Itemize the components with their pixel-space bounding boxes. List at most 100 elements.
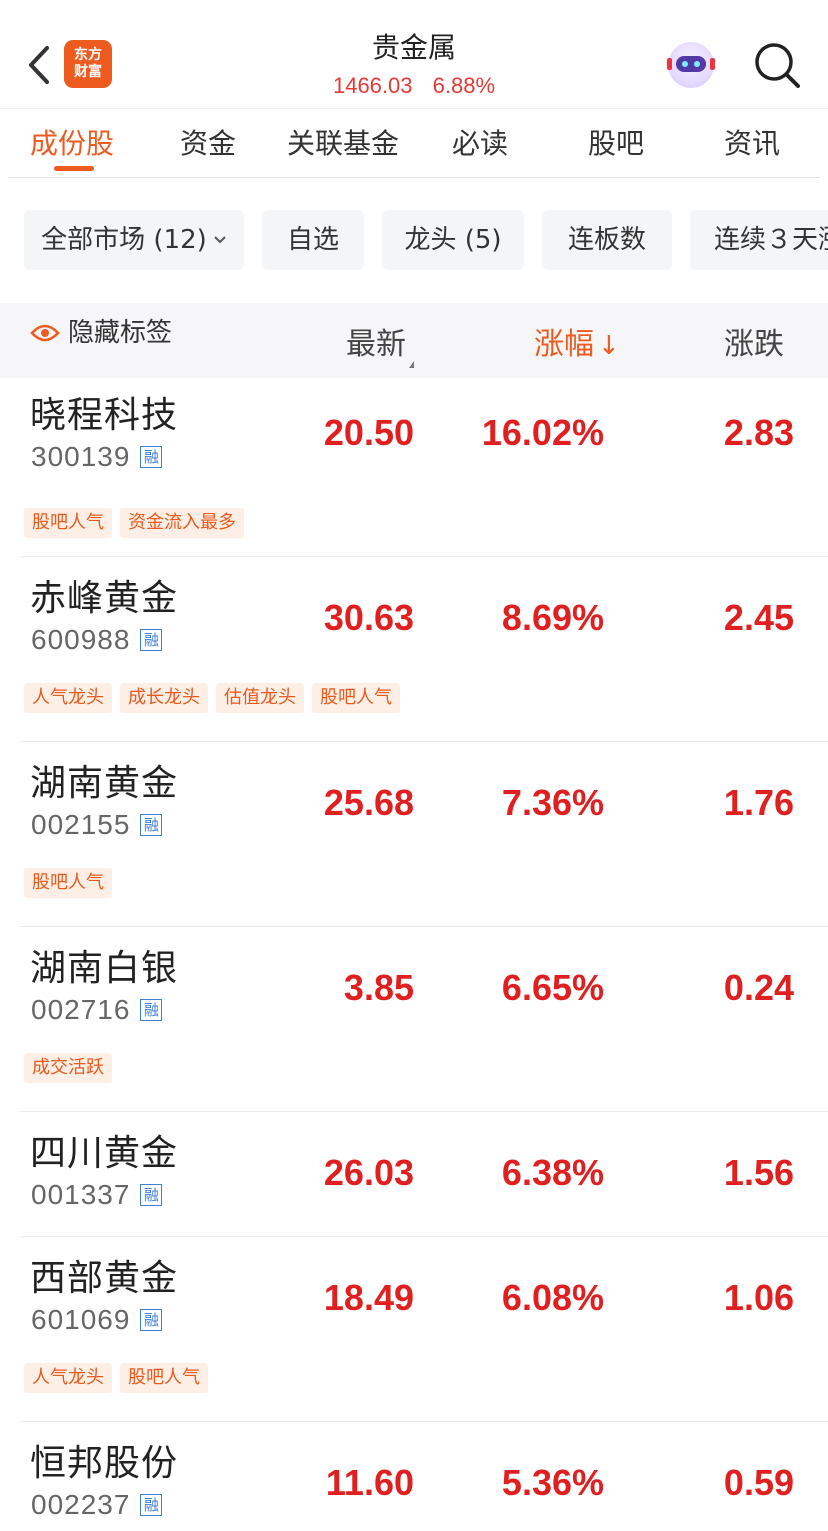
tag[interactable]: 股吧人气 bbox=[24, 868, 112, 898]
change-amount: 1.06 bbox=[723, 1277, 794, 1318]
stock-code-line: 002237 融 bbox=[31, 1488, 163, 1522]
tab-forum[interactable]: 股吧 bbox=[588, 124, 644, 164]
column-change[interactable]: 涨跌 bbox=[724, 325, 784, 365]
header-title-block: 贵金属 1466.03 6.88% bbox=[250, 28, 578, 100]
column-latest[interactable]: 最新 bbox=[346, 325, 414, 368]
table-row[interactable]: 湖南白银 002716 融 3.85 6.65% 0.24 成交活跃 bbox=[0, 927, 828, 1112]
latest-price: 11.60 bbox=[325, 1462, 414, 1503]
tag[interactable]: 资金流入最多 bbox=[120, 508, 244, 538]
tag[interactable]: 股吧人气 bbox=[120, 1363, 208, 1393]
tab-must-read[interactable]: 必读 bbox=[452, 124, 508, 164]
stock-code: 601069 bbox=[31, 1304, 131, 1335]
tab-related-funds[interactable]: 关联基金 bbox=[287, 124, 399, 164]
index-quote: 1466.03 6.88% bbox=[250, 72, 578, 100]
latest-price: 3.85 bbox=[343, 967, 414, 1008]
tag-list: 股吧人气 资金流入最多 bbox=[24, 508, 244, 538]
tag[interactable]: 人气龙头 bbox=[24, 683, 112, 713]
logo-text-bottom: 财富 bbox=[74, 64, 102, 80]
filter-watchlist-label: 自选 bbox=[286, 225, 339, 255]
stock-code: 002237 bbox=[31, 1489, 131, 1520]
stock-code-line: 601069 融 bbox=[31, 1303, 163, 1337]
stock-name: 西部黄金 bbox=[30, 1258, 179, 1299]
filter-consecutive-limit[interactable]: 连板数 bbox=[542, 210, 672, 270]
change-percent: 6.38% bbox=[501, 1152, 604, 1193]
column-header: 隐藏标签 最新 涨幅 ↓ 涨跌 bbox=[0, 303, 828, 378]
table-row[interactable]: 湖南黄金 002155 融 25.68 7.36% 1.76 股吧人气 bbox=[0, 742, 828, 927]
filter-all-markets[interactable]: 全部市场 (12) bbox=[24, 210, 244, 270]
change-percent: 7.36% bbox=[501, 782, 604, 823]
change-percent: 5.36% bbox=[501, 1462, 604, 1503]
filter-leaders[interactable]: 龙头 (5) bbox=[382, 210, 524, 270]
latest-price: 25.68 bbox=[323, 782, 414, 823]
tag[interactable]: 成交活跃 bbox=[24, 1053, 112, 1083]
margin-badge: 融 bbox=[140, 446, 163, 468]
avatar-eye-left bbox=[682, 61, 688, 67]
tag[interactable]: 成长龙头 bbox=[120, 683, 208, 713]
robot-avatar-icon[interactable] bbox=[667, 42, 715, 88]
tab-funds-flow[interactable]: 资金 bbox=[180, 124, 236, 164]
tag-list: 人气龙头 股吧人气 bbox=[24, 1363, 208, 1393]
tab-news[interactable]: 资讯 bbox=[724, 124, 780, 164]
filter-watchlist[interactable]: 自选 bbox=[262, 210, 364, 270]
change-amount: 1.76 bbox=[723, 782, 794, 823]
eye-icon bbox=[30, 324, 60, 342]
table-row[interactable]: 西部黄金 601069 融 18.49 6.08% 1.06 人气龙头 股吧人气 bbox=[0, 1237, 828, 1422]
tag-list: 人气龙头 成长龙头 估值龙头 股吧人气 bbox=[24, 683, 400, 713]
change-percent: 16.02% bbox=[481, 412, 604, 453]
app-logo[interactable]: 东方 财富 bbox=[64, 40, 112, 88]
stock-code: 001337 bbox=[31, 1179, 131, 1210]
change-amount: 0.59 bbox=[723, 1462, 794, 1503]
change-amount: 1.56 bbox=[723, 1152, 794, 1193]
page-title: 贵金属 bbox=[371, 31, 456, 64]
change-amount: 0.24 bbox=[723, 967, 794, 1008]
tag-list: 股吧人气 bbox=[24, 868, 112, 898]
stock-name: 赤峰黄金 bbox=[30, 578, 179, 619]
top-bar: 东方 财富 贵金属 1466.03 6.88% bbox=[0, 0, 828, 108]
filter-all-markets-label: 全部市场 (12) bbox=[41, 225, 207, 255]
column-change-label: 涨跌 bbox=[724, 327, 784, 362]
latest-price: 30.63 bbox=[323, 597, 414, 638]
table-row[interactable]: 晓程科技 300139 融 20.50 16.02% 2.83 股吧人气 资金流… bbox=[0, 378, 828, 557]
tag[interactable]: 股吧人气 bbox=[24, 508, 112, 538]
table-row[interactable]: 赤峰黄金 600988 融 30.63 8.69% 2.45 人气龙头 成长龙头… bbox=[0, 557, 828, 742]
stock-name: 湖南白银 bbox=[30, 948, 179, 989]
filter-3day-rise-label: 连续３天涨 bbox=[714, 225, 828, 255]
stock-code-line: 002155 融 bbox=[31, 808, 163, 842]
search-icon bbox=[755, 43, 800, 88]
stock-code-line: 600988 融 bbox=[31, 623, 163, 657]
search-button[interactable] bbox=[752, 40, 802, 90]
change-percent: 6.08% bbox=[501, 1277, 604, 1318]
logo-text-top: 东方 bbox=[74, 47, 102, 63]
stock-name: 恒邦股份 bbox=[30, 1443, 179, 1484]
tag[interactable]: 估值龙头 bbox=[216, 683, 304, 713]
table-row[interactable]: 四川黄金 001337 融 26.03 6.38% 1.56 bbox=[0, 1112, 828, 1237]
sort-triangle-icon bbox=[409, 361, 414, 368]
filter-leaders-label: 龙头 (5) bbox=[404, 225, 502, 255]
index-value: 1466.03 bbox=[332, 73, 413, 98]
index-change-pct: 6.88% bbox=[432, 73, 496, 98]
avatar-ear-left bbox=[667, 58, 672, 70]
stock-code: 002716 bbox=[31, 994, 131, 1025]
change-amount: 2.83 bbox=[723, 412, 794, 453]
avatar-eye-right bbox=[694, 61, 700, 67]
tab-constituents[interactable]: 成份股 bbox=[30, 124, 114, 164]
latest-price: 20.50 bbox=[323, 412, 414, 453]
avatar-face bbox=[676, 56, 706, 72]
tag[interactable]: 股吧人气 bbox=[312, 683, 400, 713]
latest-price: 26.03 bbox=[323, 1152, 414, 1193]
column-change-pct[interactable]: 涨幅 ↓ bbox=[534, 325, 620, 366]
filter-3day-rise[interactable]: 连续３天涨 bbox=[690, 210, 828, 270]
active-tab-indicator bbox=[54, 166, 94, 171]
chevron-left-icon bbox=[29, 46, 49, 84]
stock-name: 四川黄金 bbox=[30, 1133, 179, 1174]
stock-code: 600988 bbox=[31, 624, 131, 655]
change-percent: 6.65% bbox=[501, 967, 604, 1008]
table-row[interactable]: 恒邦股份 002237 融 11.60 5.36% 0.59 bbox=[0, 1422, 828, 1531]
margin-badge: 融 bbox=[140, 999, 163, 1021]
filter-consecutive-limit-label: 连板数 bbox=[567, 225, 646, 255]
tag[interactable]: 人气龙头 bbox=[24, 1363, 112, 1393]
back-button[interactable] bbox=[22, 42, 56, 88]
hide-tags-toggle[interactable]: 隐藏标签 bbox=[30, 315, 172, 351]
margin-badge: 融 bbox=[140, 1184, 163, 1206]
sort-desc-arrow-icon: ↓ bbox=[598, 331, 620, 361]
